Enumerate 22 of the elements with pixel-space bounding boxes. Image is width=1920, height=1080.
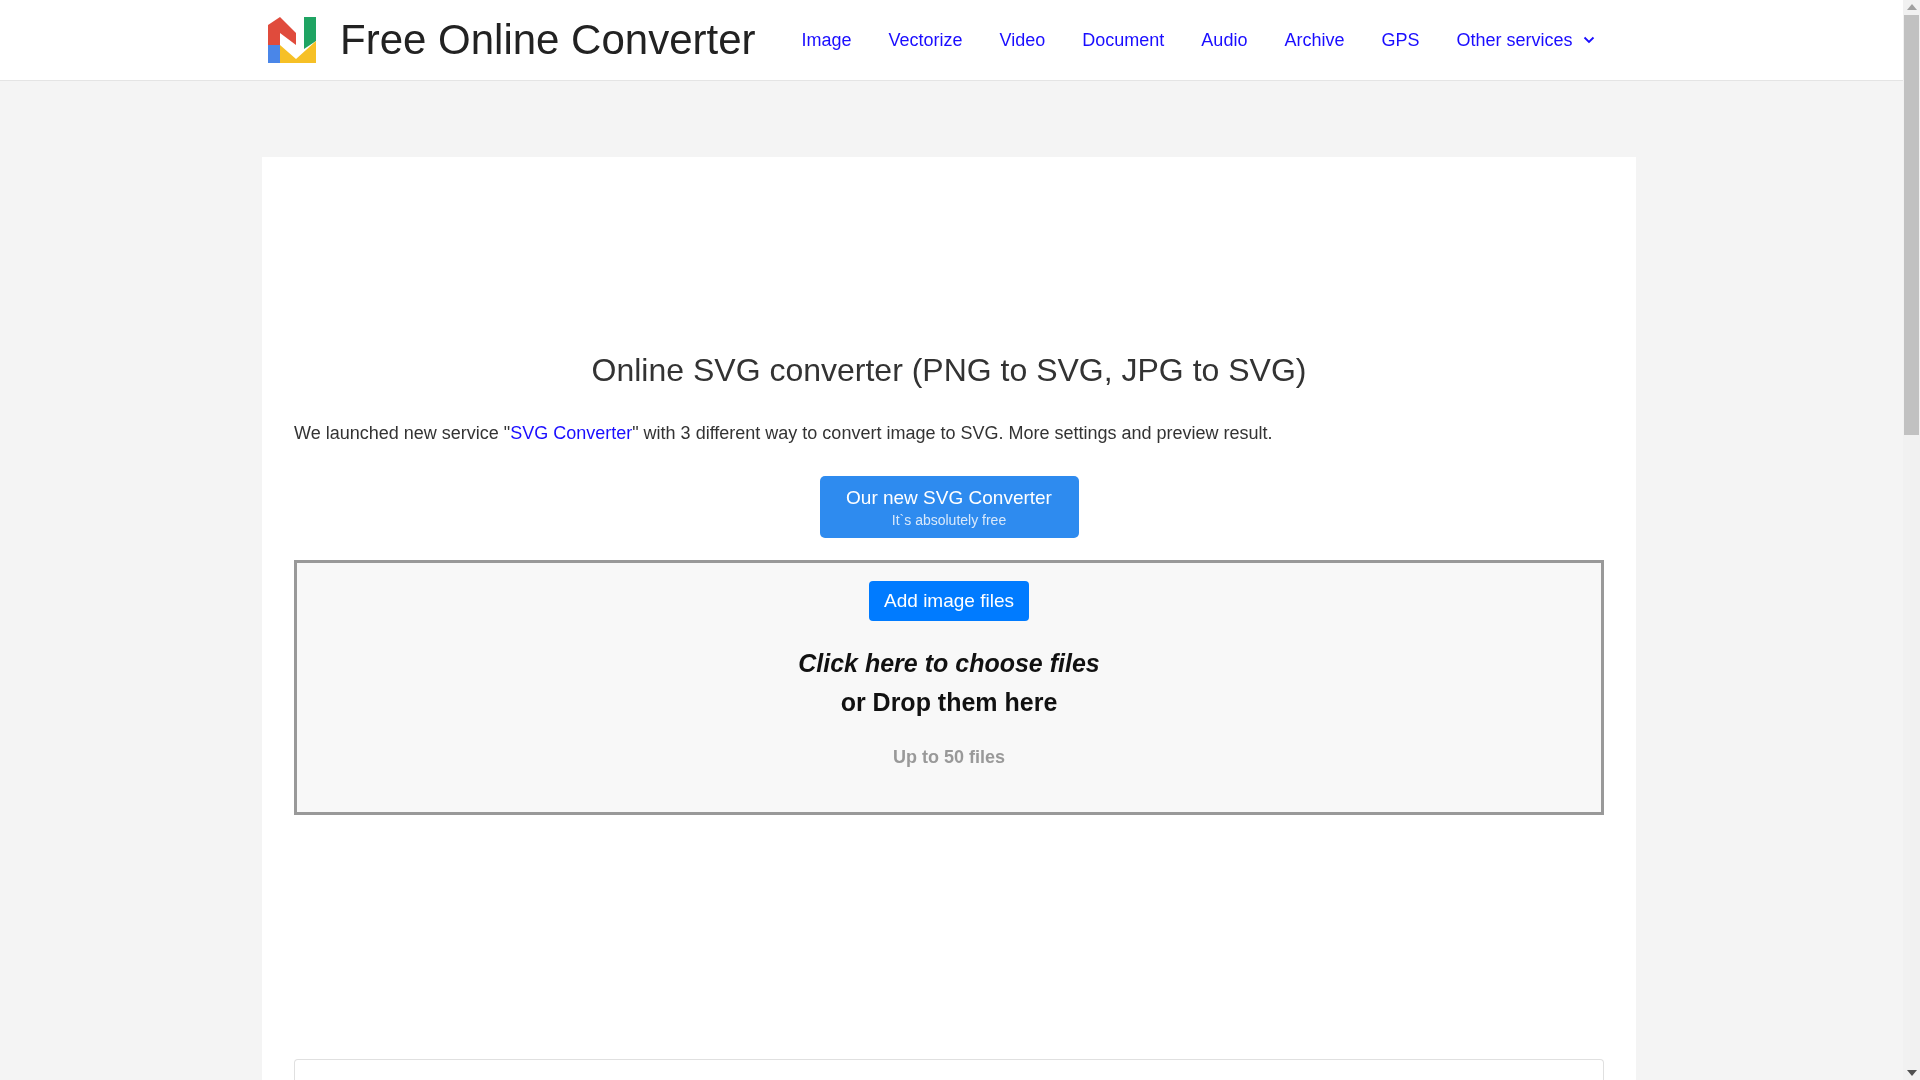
scroll-down-icon[interactable] bbox=[1906, 1070, 1917, 1076]
scroll-up-icon[interactable] bbox=[1906, 4, 1917, 10]
nav-link[interactable]: Other services bbox=[1456, 29, 1595, 51]
choose-files-text: Click here to choose files bbox=[798, 649, 1100, 678]
caret-icon bbox=[1582, 36, 1595, 44]
scrollbar-thumb[interactable] bbox=[1904, 15, 1919, 435]
nav-link[interactable]: Archive bbox=[1284, 29, 1345, 51]
nav-link[interactable]: Audio bbox=[1201, 29, 1248, 51]
nav-link[interactable]: Image bbox=[801, 29, 852, 51]
page-heading: Online SVG converter (PNG to SVG, JPG to SVG) bbox=[590, 352, 1308, 389]
dropzone[interactable]: Add image files Click here to choose files or Drop them here Up to 50 files bbox=[294, 560, 1604, 815]
nav-link[interactable]: Video bbox=[999, 29, 1046, 51]
intro-paragraph: We launched new service "SVG Converter" with 3 different way to convert image to SVG. More settings and preview result. bbox=[294, 423, 1274, 444]
logo-icon[interactable] bbox=[266, 15, 318, 65]
svg-converter-link[interactable]: SVG Converter bbox=[510, 423, 633, 443]
file-limit-text: Up to 50 files bbox=[893, 747, 1005, 768]
nav-link[interactable]: Document bbox=[1082, 29, 1165, 51]
drop-text: or Drop them here bbox=[840, 688, 1058, 717]
site-title[interactable]: Free Online Converter bbox=[340, 16, 756, 64]
nav-link[interactable]: Vectorize bbox=[888, 29, 963, 51]
add-files-button[interactable]: Add image files bbox=[869, 581, 1029, 621]
nav-link[interactable]: GPS bbox=[1381, 29, 1420, 51]
